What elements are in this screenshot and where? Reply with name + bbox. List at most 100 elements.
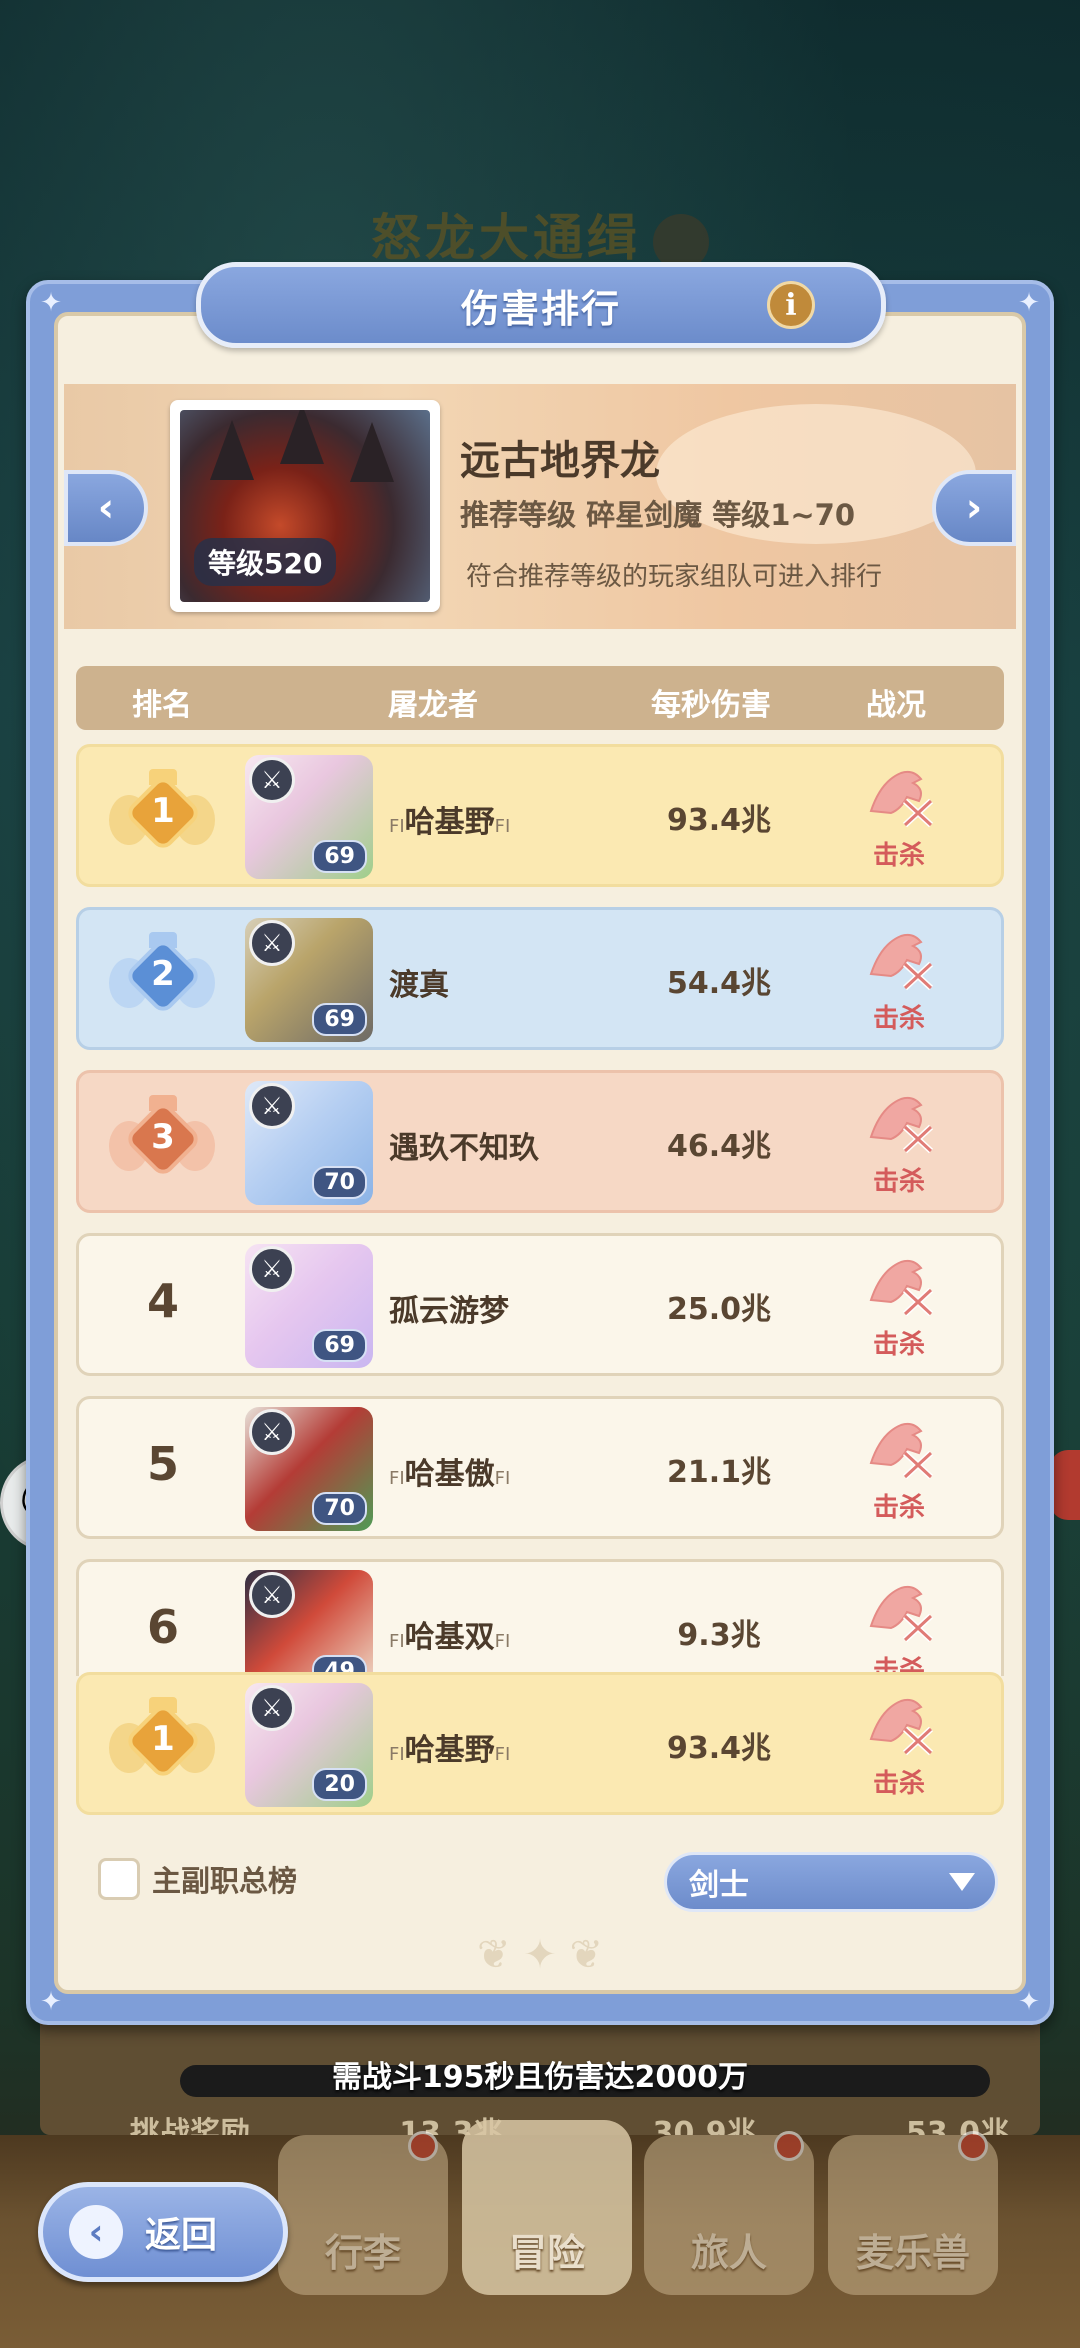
dragon-kill-icon (861, 1087, 937, 1157)
player-name-cell: 渡真 (389, 960, 449, 1004)
checkbox[interactable] (98, 1858, 140, 1900)
header-player: 屠龙者 (388, 688, 478, 723)
player-name-cell: 孤云游梦 (389, 1286, 509, 1330)
my-rank-row[interactable]: 1 ⚔ 20 FI哈基野FI 93.4兆 击杀 (76, 1672, 1004, 1815)
notification-dot (408, 2131, 438, 2161)
player-name-cell: FI哈基野FI (389, 1725, 510, 1769)
table-row[interactable]: 1 ⚔ 69 FI哈基野FI 93.4兆 击杀 (76, 744, 1004, 887)
player-name-cell: 遇玖不知玖 (389, 1123, 539, 1167)
sword-icon: ⚔ (249, 1083, 295, 1129)
guild-tag: FI (494, 1744, 511, 1765)
boss-note: 符合推荐等级的玩家组队可进入排行 (466, 562, 883, 592)
chevron-left-icon: ‹ (97, 485, 115, 531)
back-arrow-icon: ‹ (69, 2205, 123, 2259)
boss-name: 远古地界龙 (460, 438, 660, 484)
status-label: 击杀 (872, 1167, 925, 1197)
player-avatar[interactable]: ⚔ 70 (245, 1081, 373, 1205)
dps-value: 46.4兆 (666, 1129, 772, 1164)
player-level: 69 (312, 1003, 367, 1036)
dragon-kill-icon (861, 924, 937, 994)
player-avatar[interactable]: ⚔ 49 (245, 1570, 373, 1676)
dps-value: 9.3兆 (677, 1618, 761, 1653)
guild-tag: FI (389, 816, 405, 837)
chevron-down-icon (949, 1873, 975, 1891)
guild-tag: FI (494, 816, 511, 837)
status-label: 击杀 (872, 1330, 925, 1360)
player-name: 孤云游梦 (389, 1294, 509, 1329)
header-status: 战况 (866, 688, 926, 723)
notification-dot (774, 2131, 804, 2161)
guild-tag: FI (389, 1468, 405, 1489)
status-label: 击杀 (872, 1493, 925, 1523)
dps-value: 54.4兆 (666, 966, 772, 1001)
rank-number: 5 (146, 1437, 179, 1491)
dragon-kill-icon (861, 1250, 937, 1320)
info-icon[interactable]: i (767, 281, 815, 329)
ranking-list[interactable]: 1 ⚔ 69 FI哈基野FI 93.4兆 击杀 2 ⚔ 69 渡真 54.4兆 击杀 3 ⚔ 70 遇玖不知玖… (76, 744, 1004, 1676)
nav-luggage[interactable]: 行李 (278, 2131, 448, 2295)
player-name-cell: FI哈基傲FI (389, 1449, 510, 1493)
chevron-right-icon: › (965, 485, 983, 531)
job-select-value: 剑士 (689, 1868, 749, 1903)
rank-number: 6 (146, 1600, 179, 1654)
table-row[interactable]: 3 ⚔ 70 遇玖不知玖 46.4兆击杀 (76, 1070, 1004, 1213)
table-row[interactable]: 6 ⚔ 49 FI哈基双FI 9.3兆 击杀 (76, 1559, 1004, 1676)
player-avatar[interactable]: ⚔ 70 (245, 1407, 373, 1531)
player-name: 遇玖不知玖 (389, 1131, 539, 1166)
battle-status: 击杀 (839, 1413, 959, 1524)
rank-number: 2 (151, 954, 175, 994)
rank-number: 1 (151, 791, 175, 831)
panel-title: 伤害排行 (460, 286, 621, 331)
back-button[interactable]: ‹ 返回 (38, 2182, 288, 2282)
player-level: 69 (312, 1329, 367, 1362)
corner-star-icon: ✦ (1018, 1987, 1040, 2017)
boss-recommend: 推荐等级 碎星剑魔 等级1~70 (460, 498, 856, 532)
boss-portrait: 等级520 (170, 400, 440, 612)
dragon-kill-icon (861, 761, 937, 831)
nav-travelers[interactable]: 旅人 (644, 2131, 814, 2295)
prev-boss-button[interactable]: ‹ (64, 470, 148, 546)
battle-status: 击杀 (839, 924, 959, 1035)
player-level: 70 (312, 1166, 367, 1199)
player-avatar[interactable]: ⚔ 69 (245, 755, 373, 879)
status-label: 击杀 (872, 841, 925, 871)
nav-adventure[interactable]: 冒险 (462, 2120, 632, 2295)
requirement-text: 需战斗195秒且伤害达2000万 (331, 2060, 749, 2095)
checkbox-label: 主副职总榜 (152, 1864, 298, 1898)
player-avatar[interactable]: ⚔ 20 (245, 1683, 373, 1807)
dps-value: 25.0兆 (666, 1292, 772, 1327)
player-level: 20 (312, 1768, 367, 1801)
nav-pets[interactable]: 麦乐兽 (828, 2131, 998, 2295)
player-name-cell: FI哈基野FI (389, 797, 510, 841)
rank-number: 4 (146, 1274, 179, 1328)
table-header: 排名 屠龙者 每秒伤害 战况 (76, 666, 1004, 730)
total-rank-toggle[interactable]: 主副职总榜 (98, 1858, 297, 1900)
sword-icon: ⚔ (249, 1572, 295, 1618)
dps-value: 93.4兆 (666, 1731, 772, 1766)
table-row[interactable]: 5 ⚔ 70 FI哈基傲FI 21.1兆 击杀 (76, 1396, 1004, 1539)
sword-icon: ⚔ (249, 920, 295, 966)
rank-medal-icon: 2 (109, 932, 215, 1028)
player-level: 70 (312, 1492, 367, 1525)
guild-tag: FI (389, 1631, 405, 1652)
job-select[interactable]: 剑士 (664, 1852, 998, 1912)
player-avatar[interactable]: ⚔ 69 (245, 1244, 373, 1368)
guild-tag: FI (494, 1468, 511, 1489)
table-row[interactable]: 2 ⚔ 69 渡真 54.4兆击杀 (76, 907, 1004, 1050)
rank-number: 3 (151, 1117, 175, 1157)
panel-title-bar: 伤害排行 i (196, 262, 886, 348)
player-name: 哈基野 (404, 1733, 495, 1768)
player-name-cell: FI哈基双FI (389, 1612, 510, 1656)
next-boss-button[interactable]: › (932, 470, 1016, 546)
sword-icon: ⚔ (249, 1409, 295, 1455)
corner-star-icon: ✦ (40, 1987, 62, 2017)
corner-star-icon: ✦ (1018, 288, 1040, 318)
notification-dot (958, 2131, 988, 2161)
player-avatar[interactable]: ⚔ 69 (245, 918, 373, 1042)
table-row[interactable]: 4 ⚔ 69 孤云游梦 25.0兆击杀 (76, 1233, 1004, 1376)
side-tab[interactable] (1050, 1450, 1080, 1520)
header-rank: 排名 (132, 688, 192, 723)
back-label: 返回 (145, 2215, 218, 2256)
header-dps: 每秒伤害 (651, 688, 771, 723)
status-label: 击杀 (872, 1004, 925, 1034)
